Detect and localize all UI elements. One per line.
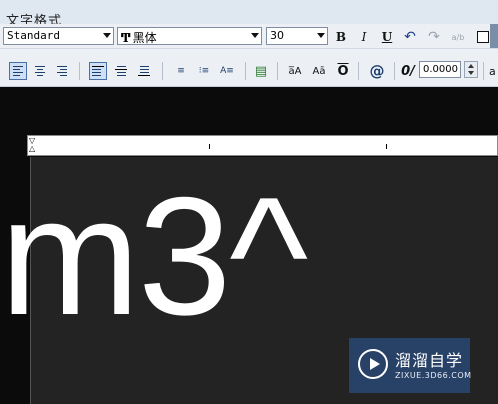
oblique-angle-spinner[interactable] (464, 61, 478, 78)
stack-icon[interactable]: a/b (449, 28, 467, 46)
insert-field-icon[interactable]: ▤ (252, 62, 270, 80)
toolbar-separator (245, 62, 246, 80)
chevron-down-icon[interactable] (317, 33, 325, 38)
symbol-button[interactable]: @ (368, 62, 386, 80)
underline-button[interactable]: U (378, 28, 396, 46)
ruler-tick (386, 144, 387, 149)
toolbar-edge (490, 24, 498, 48)
numbered-list-icon[interactable]: ≡ (172, 62, 190, 80)
text-format-toolbar-bottom: ≡ ⁝≡ A≡ ▤ a̅A Aā O @ 0/ 0.0000 a (0, 56, 498, 87)
oblique-angle-input[interactable]: 0.0000 (419, 61, 461, 78)
redo-icon[interactable]: ↷ (425, 28, 443, 46)
uppercase-button[interactable]: a̅A (286, 62, 304, 80)
align-center-icon[interactable] (31, 62, 49, 80)
color-swatch (477, 31, 489, 43)
align-left-icon[interactable] (9, 62, 27, 80)
watermark: 溜溜自学 ZIXUE.3D66.COM (349, 338, 472, 393)
overline-button[interactable]: O (334, 62, 352, 80)
title-bar: 文字格式 (0, 0, 498, 29)
editor-text[interactable]: m3^ (0, 172, 308, 340)
chevron-down-icon[interactable] (251, 33, 259, 38)
bold-button[interactable]: B (332, 28, 350, 46)
valign-middle-icon[interactable] (112, 62, 130, 80)
valign-top-icon[interactable] (89, 62, 107, 80)
toolbar-separator (162, 62, 163, 80)
ruler[interactable]: ▽ △ (27, 135, 498, 156)
text-height-value: 30 (270, 29, 284, 42)
text-format-toolbar-top: Standard Ͳ 黑体 30 B I U ↶ ↷ a/b (0, 24, 498, 49)
indent-marker-icon[interactable]: ▽ △ (29, 137, 35, 153)
font-value-wrapper: Ͳ 黑体 (121, 29, 157, 46)
toolbar-separator (79, 62, 80, 80)
valign-bottom-icon[interactable] (135, 62, 153, 80)
watermark-url: ZIXUE.3D66.COM (395, 371, 472, 380)
lettered-list-icon[interactable]: A≡ (218, 62, 236, 80)
italic-button[interactable]: I (355, 28, 373, 46)
chevron-down-icon[interactable] (103, 33, 111, 38)
oblique-angle-icon: 0/ (401, 63, 415, 79)
style-dropdown[interactable]: Standard (3, 27, 114, 45)
ruler-tick (209, 144, 210, 149)
bulleted-list-icon[interactable]: ⁝≡ (195, 62, 213, 80)
font-value: 黑体 (132, 31, 157, 45)
truetype-font-icon: Ͳ (121, 31, 131, 45)
tracking-button[interactable]: a (489, 62, 498, 80)
watermark-name: 溜溜自学 (395, 351, 464, 370)
text-height-dropdown[interactable]: 30 (266, 27, 328, 45)
undo-icon[interactable]: ↶ (401, 28, 419, 46)
toolbar-separator (483, 62, 484, 80)
style-value: Standard (7, 29, 60, 42)
align-right-icon[interactable] (53, 62, 71, 80)
lowercase-button[interactable]: Aā (310, 62, 328, 80)
toolbar-separator (358, 62, 359, 80)
toolbar-separator (277, 62, 278, 80)
toolbar-gap (0, 49, 498, 56)
toolbar-separator (394, 62, 395, 80)
font-dropdown[interactable]: Ͳ 黑体 (117, 27, 262, 45)
play-logo-icon (358, 349, 388, 379)
